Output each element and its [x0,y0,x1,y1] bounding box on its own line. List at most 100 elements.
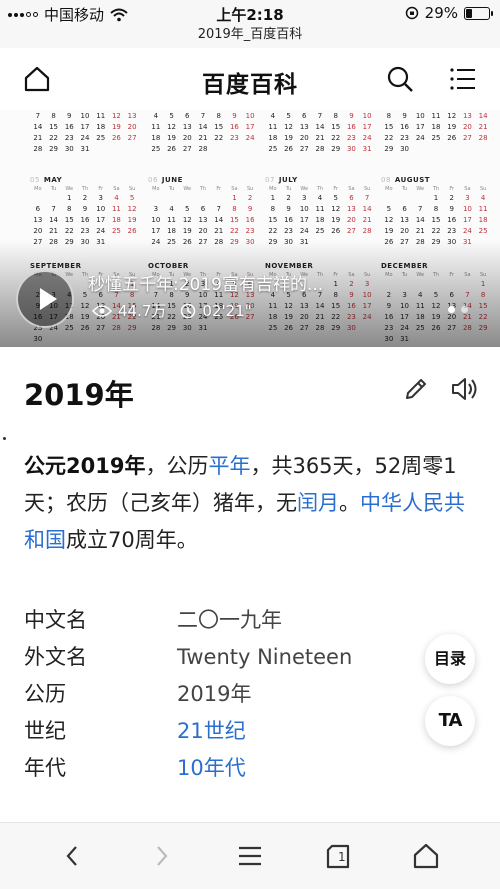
calendar-weekday: Tu [50,186,57,192]
forward-icon[interactable] [146,841,176,871]
calendar-weekday: Sa [464,186,471,192]
info-value[interactable]: 21世纪 [177,713,246,750]
menu-icon[interactable] [235,841,265,871]
calendar-month: 06 JUNE Mo Tu We Th Fr Sa Su 1 2 3 4 5 6 7 8 9 10 11 12 13 14 1… [148,176,258,248]
calendar-day: 14 [315,123,325,131]
calendar-day: 18 [151,134,161,142]
speaker-icon[interactable] [450,375,480,403]
search-icon[interactable] [385,64,415,94]
calendar-day: 21 [478,123,488,131]
calendar-day: 20 [198,227,208,235]
summary-link[interactable]: 闰月 [297,491,339,515]
info-key: 世纪 [24,719,66,743]
calendar-day: 24 [96,227,106,235]
calendar-weekday: Mo [152,186,160,192]
calendar-day: 18 [431,123,441,131]
calendar-day: 30 [346,145,356,153]
home-icon[interactable] [411,841,441,871]
back-icon[interactable] [58,841,88,871]
calendar-day: 18 [167,227,177,235]
calendar-day: 22 [384,134,394,142]
menu-icon[interactable] [448,64,478,94]
calendar-day: 23 [284,227,294,235]
calendar-day: 14 [214,216,224,224]
calendar-weekdays: Mo Tu We Th Fr Sa Su [30,186,140,192]
calendar-day: 16 [64,123,74,131]
calendar-day: 24 [362,134,372,142]
eye-icon [92,304,112,317]
status-bar: 中国移动 上午2:18 29% [0,0,500,26]
toc-button[interactable]: 目录 [425,634,475,684]
calendar-weekday: Sa [231,186,238,192]
info-row: 公历 2019年 [24,676,424,713]
calendar-day: 3 [465,194,470,202]
calendar-day: 17 [462,216,472,224]
carousel-dot[interactable] [448,306,455,313]
battery-icon [464,6,493,20]
calendar-weekday: We [416,186,425,192]
calendar-day: 28 [33,145,43,153]
calendar-weekday: Fr [216,186,221,192]
duration-group: 02'21" [180,302,252,320]
calendar-day: 23 [64,134,74,142]
calendar-month-header: 05 MAY [30,176,140,184]
info-value[interactable]: 10年代 [177,750,246,787]
calendar-day: 26 [284,145,294,153]
calendar-weekday: Tu [401,186,408,192]
page-title: 2019年 [24,378,134,412]
calendar-day: 9 [82,205,88,213]
ta-button[interactable]: TA [425,696,475,746]
calendar-weekday: Fr [449,186,454,192]
calendar-day: 30 [400,145,410,153]
calendar-day: 7 [364,194,370,202]
edit-icon[interactable] [402,375,430,403]
calendar-day: 16 [229,123,239,131]
calendar-day: 15 [431,216,441,224]
calendar-day: 16 [245,216,255,224]
orientation-lock-icon [405,6,418,20]
calendar-day: 10 [415,112,425,120]
calendar-month-number: 06 [148,176,158,184]
calendar-weekday: We [300,186,309,192]
calendar-weekday: Th [316,186,324,192]
calendar-days: 1234567891011121314151617181920212223242… [265,110,375,155]
calendar-day: 18 [96,123,106,131]
calendar-day: 27 [299,145,309,153]
calendar-weekday: Th [432,186,440,192]
calendar-day: 24 [80,134,90,142]
calendar-day [195,193,211,204]
calendar-day: 11 [315,205,325,213]
calendar-day: 15 [384,123,394,131]
calendar-month-header: 07 JULY [265,176,375,184]
calendar-weekday: We [183,186,192,192]
calendar-day: 27 [346,227,356,235]
video-player[interactable]: 1234567891011121314151617181920212223242… [0,110,500,347]
calendar-day: 15 [49,123,59,131]
calendar-day: 8 [67,205,72,213]
info-row: 年代 10年代 [24,750,424,787]
calendar-day [30,193,46,204]
calendar-day: 10 [462,205,472,213]
calendar-day: 12 [111,112,121,120]
calendar-day: 8 [333,112,338,120]
tabs-button[interactable]: 1 [324,841,354,871]
calendar-day: 24 [299,227,309,235]
calendar-day: 12 [182,216,192,224]
info-key: 外文名 [24,645,87,669]
summary-bold: 公元2019年 [24,454,146,478]
calendar-day: 23 [229,134,239,142]
calendar-day: 27 [182,145,192,153]
carousel-dot[interactable] [461,306,468,313]
calendar-month: 1234567891011121314151617181920212223242… [148,110,258,155]
calendar-day: 9 [449,205,454,213]
calendar-day: 17 [245,123,255,131]
calendar-day: 6 [402,205,407,213]
calendar-day: 21 [415,227,425,235]
calendar-day: 1 [433,194,439,202]
summary-link[interactable]: 平年 [208,454,250,478]
info-row: 中文名 二〇一九年 [24,602,424,639]
calendar-weekdays: Mo Tu We Th Fr Sa Su [265,186,375,192]
calendar-day: 15 [64,216,74,224]
site-logo[interactable]: 百度百科 [0,65,500,99]
play-button[interactable] [16,270,74,328]
